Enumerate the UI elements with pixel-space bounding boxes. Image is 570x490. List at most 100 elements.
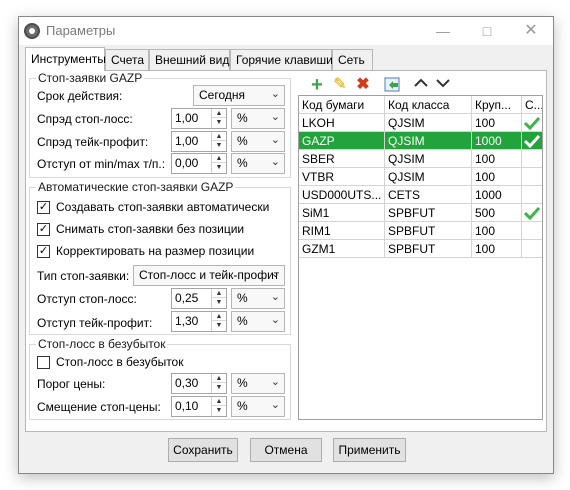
move-up-icon[interactable] [411, 75, 431, 95]
spread-sl-spinner[interactable]: 1,00 ▲ ▼ [171, 108, 227, 129]
sl-offset-unit-select[interactable]: % ⌄ [231, 288, 285, 309]
cell-stop [522, 132, 542, 150]
close-button[interactable]: ✕ [509, 17, 553, 45]
cell-code: SBER [299, 150, 385, 168]
spin-down-icon[interactable]: ▼ [212, 118, 226, 127]
table-row[interactable]: LKOH QJSIM 100 [299, 114, 542, 132]
cell-code: SiM1 [299, 204, 385, 222]
cell-code: GAZP [299, 132, 385, 150]
tab-hotkeys[interactable]: Горячие клавиши [230, 49, 333, 71]
table-row[interactable]: RIM1 SPBFUT 100 [299, 222, 542, 240]
titlebar[interactable]: Параметры — □ ✕ [19, 17, 553, 45]
spin-down-icon[interactable]: ▼ [212, 163, 226, 172]
create-auto-checkbox[interactable]: ✓ [37, 201, 50, 214]
tab-accounts[interactable]: Счета [105, 49, 149, 71]
column-header-lot[interactable]: Круп... [472, 96, 522, 114]
spin-down-icon[interactable]: ▼ [212, 383, 226, 392]
cell-stop [522, 204, 542, 222]
table-row[interactable]: VTBR QJSIM 100 [299, 168, 542, 186]
spin-up-icon[interactable]: ▲ [212, 109, 226, 118]
cell-code: USD000UTS... [299, 186, 385, 204]
table-row[interactable]: GAZP QJSIM 1000 [299, 132, 542, 150]
column-header-code[interactable]: Код бумаги [299, 96, 385, 114]
breakeven-checkbox[interactable] [37, 356, 50, 369]
sl-offset-spinner[interactable]: 0,25 ▲ ▼ [171, 288, 227, 309]
cell-class: QJSIM [385, 132, 472, 150]
tab-network[interactable]: Сеть [332, 49, 373, 71]
tp-offset-label: Отступ тейк-профит: [37, 316, 153, 330]
save-button[interactable]: Сохранить [168, 438, 238, 462]
check-icon [524, 206, 540, 220]
cell-stop [522, 240, 542, 258]
cell-code: LKOH [299, 114, 385, 132]
table-row[interactable]: SBER QJSIM 100 [299, 150, 542, 168]
cancel-button[interactable]: Отмена [250, 438, 322, 462]
tp-offset-unit-select[interactable]: % ⌄ [231, 311, 285, 332]
spin-down-icon[interactable]: ▼ [212, 298, 226, 307]
cell-stop [522, 150, 542, 168]
adjust-size-checkbox[interactable]: ✓ [37, 245, 50, 258]
spread-sl-label: Спрэд стоп-лосс: [37, 112, 133, 126]
maximize-button[interactable]: □ [465, 17, 509, 45]
group-title: Автоматические стоп-заявки GAZP [36, 180, 236, 194]
check-icon [524, 134, 540, 148]
threshold-unit-select[interactable]: % ⌄ [231, 373, 285, 394]
table-row[interactable]: SiM1 SPBFUT 500 [299, 204, 542, 222]
tp-offset-spinner[interactable]: 1,30 ▲ ▼ [171, 311, 227, 332]
breakeven-label: Стоп-лосс в безубыток [56, 355, 184, 369]
cell-code: GZM1 [299, 240, 385, 258]
cell-lot: 100 [472, 114, 522, 132]
grid-header: Код бумаги Код класса Круп... С... [299, 96, 542, 114]
cell-lot: 1000 [472, 132, 522, 150]
instruments-grid[interactable]: Код бумаги Код класса Круп... С... LKOH Q… [298, 95, 543, 420]
tab-appearance[interactable]: Внешний вид [149, 49, 230, 71]
cell-class: QJSIM [385, 168, 472, 186]
apply-button[interactable]: Применить [333, 438, 406, 462]
spin-up-icon[interactable]: ▲ [212, 154, 226, 163]
column-header-class[interactable]: Код класса [385, 96, 472, 114]
chevron-down-icon: ⌄ [270, 156, 280, 168]
offset-unit-select[interactable]: % ⌄ [231, 153, 285, 174]
spin-up-icon[interactable]: ▲ [212, 132, 226, 141]
validity-label: Срок действия: [37, 89, 123, 103]
minimize-button[interactable]: — [421, 17, 465, 45]
cancel-no-position-checkbox[interactable]: ✓ [37, 223, 50, 236]
spin-up-icon[interactable]: ▲ [212, 397, 226, 406]
table-row[interactable]: GZM1 SPBFUT 100 [299, 240, 542, 258]
add-icon[interactable]: + [307, 75, 327, 95]
spread-sl-unit-select[interactable]: % ⌄ [231, 108, 285, 129]
delete-icon[interactable]: ✖ [353, 75, 373, 95]
cell-lot: 100 [472, 240, 522, 258]
table-row[interactable]: USD000UTS... CETS 1000 [299, 186, 542, 204]
column-header-stop[interactable]: С... [522, 96, 542, 114]
cell-code: VTBR [299, 168, 385, 186]
spin-up-icon[interactable]: ▲ [212, 289, 226, 298]
validity-select[interactable]: Сегодня ⌄ [193, 85, 285, 106]
import-icon[interactable] [383, 75, 403, 95]
cell-class: CETS [385, 186, 472, 204]
move-down-icon[interactable] [433, 75, 453, 95]
shift-unit-select[interactable]: % ⌄ [231, 396, 285, 417]
spread-tp-unit-select[interactable]: % ⌄ [231, 131, 285, 152]
cell-stop [522, 114, 542, 132]
threshold-spinner[interactable]: 0,30 ▲ ▼ [171, 373, 227, 394]
spread-tp-spinner[interactable]: 1,00 ▲ ▼ [171, 131, 227, 152]
shift-spinner[interactable]: 0,10 ▲ ▼ [171, 396, 227, 417]
tab-instruments[interactable]: Инструменты [25, 47, 106, 71]
spin-up-icon[interactable]: ▲ [212, 312, 226, 321]
stop-type-label: Тип стоп-заявки: [37, 269, 130, 283]
group-title: Стоп-лосс в безубыток [36, 337, 168, 351]
check-icon [524, 116, 540, 130]
edit-icon[interactable]: ✎ [330, 75, 350, 95]
spin-up-icon[interactable]: ▲ [212, 374, 226, 383]
spin-down-icon[interactable]: ▼ [212, 141, 226, 150]
cell-lot: 100 [472, 222, 522, 240]
stop-type-select[interactable]: Стоп-лосс и тейк-профит ⌄ [133, 265, 285, 286]
cell-stop [522, 186, 542, 204]
chevron-down-icon: ⌄ [270, 376, 280, 388]
offset-spinner[interactable]: 0,00 ▲ ▼ [171, 153, 227, 174]
cancel-no-position-label: Снимать стоп-заявки без позиции [56, 222, 245, 236]
spin-down-icon[interactable]: ▼ [212, 321, 226, 330]
cell-class: SPBFUT [385, 240, 472, 258]
spin-down-icon[interactable]: ▼ [212, 406, 226, 415]
